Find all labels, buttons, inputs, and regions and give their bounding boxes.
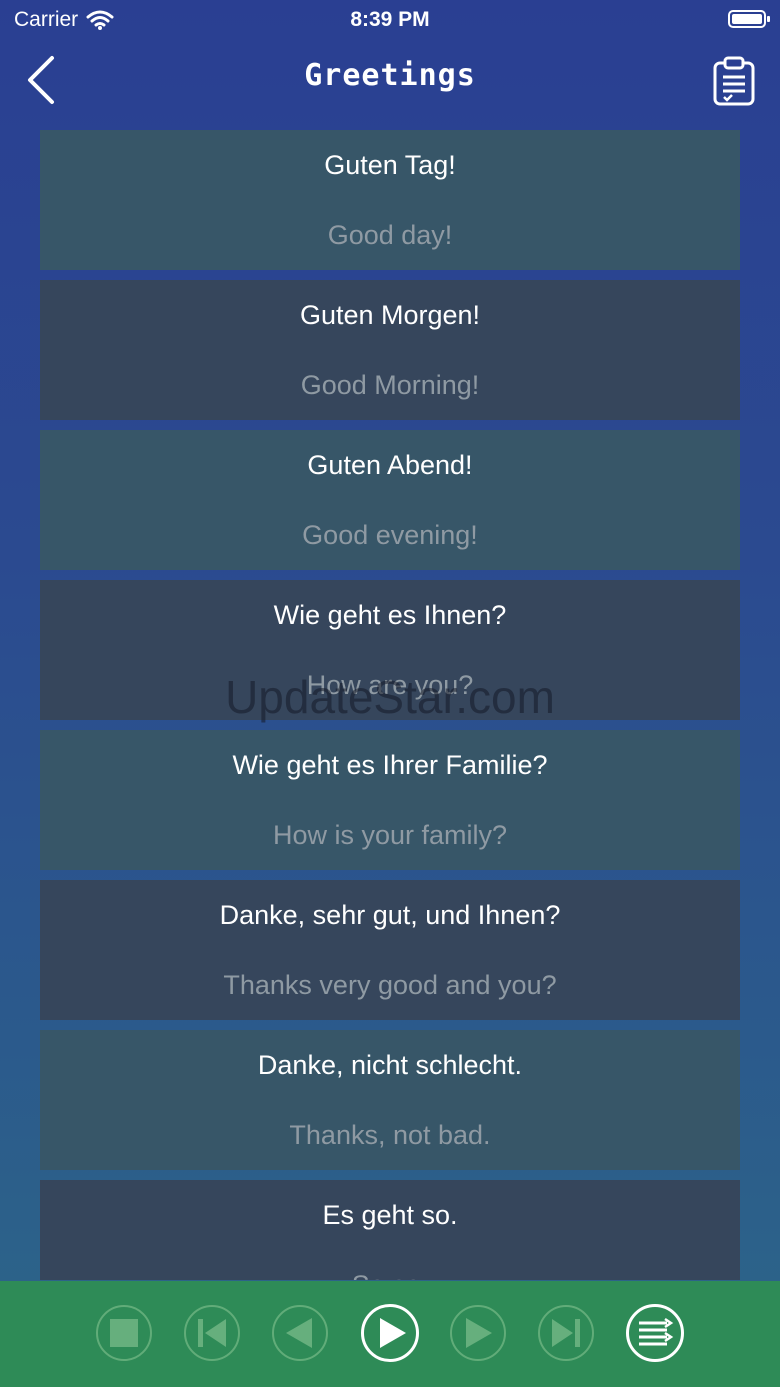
- playlist-button[interactable]: [626, 1304, 684, 1362]
- phrase-german: Guten Morgen!: [299, 300, 481, 330]
- phrase-row[interactable]: Danke, nicht schlecht. Thanks, not bad.: [40, 1030, 740, 1170]
- phrase-german: Guten Tag!: [324, 150, 456, 180]
- stop-icon: [110, 1319, 138, 1347]
- play-button[interactable]: [361, 1304, 419, 1362]
- skip-last-icon: [552, 1319, 580, 1347]
- phrase-row[interactable]: Guten Abend! Good evening!: [40, 430, 740, 570]
- next-icon: [466, 1318, 492, 1348]
- phrase-english: Good evening!: [302, 520, 478, 550]
- phrase-row[interactable]: Danke, sehr gut, und Ihnen? Thanks very …: [40, 880, 740, 1020]
- battery-icon: [728, 10, 770, 28]
- phrase-german: Wie geht es Ihnen?: [273, 600, 507, 630]
- phrase-row[interactable]: Wie geht es Ihrer Familie? How is your f…: [40, 730, 740, 870]
- previous-icon: [286, 1318, 312, 1348]
- phrase-german: Guten Abend!: [307, 450, 473, 480]
- skip-last-button[interactable]: [538, 1305, 594, 1361]
- phrase-row[interactable]: Guten Tag! Good day!: [40, 130, 740, 270]
- skip-first-button[interactable]: [184, 1305, 240, 1361]
- phrase-german: Danke, nicht schlecht.: [257, 1050, 523, 1080]
- status-bar: Carrier 8:39 PM: [0, 0, 780, 40]
- player-bar: [0, 1281, 780, 1387]
- phrase-row[interactable]: Es geht so. So so.: [40, 1180, 740, 1280]
- next-button[interactable]: [450, 1305, 506, 1361]
- phrase-german: Danke, sehr gut, und Ihnen?: [219, 900, 561, 930]
- phrase-english: How is your family?: [272, 820, 508, 850]
- phrase-row[interactable]: Guten Morgen! Good Morning!: [40, 280, 740, 420]
- phrase-english: So so.: [40, 1270, 740, 1280]
- clipboard-icon: [713, 56, 755, 106]
- phrase-english: Good day!: [327, 220, 453, 250]
- play-icon: [380, 1318, 406, 1348]
- phrase-english: Good Morning!: [300, 370, 480, 400]
- phrase-row[interactable]: Wie geht es Ihnen? How are you?: [40, 580, 740, 720]
- page-title: Greetings: [304, 58, 476, 93]
- skip-first-icon: [198, 1319, 226, 1347]
- stop-button[interactable]: [96, 1305, 152, 1361]
- phrase-english: Thanks, not bad.: [289, 1120, 491, 1150]
- playlist-icon: [639, 1317, 674, 1346]
- phrase-english: Thanks very good and you?: [223, 970, 557, 1000]
- status-time: 8:39 PM: [350, 8, 430, 31]
- phrase-english: How are you?: [306, 670, 474, 700]
- phrase-german: Wie geht es Ihrer Familie?: [232, 750, 548, 780]
- phrase-list[interactable]: Guten Tag! Good day! Guten Morgen! Good …: [40, 130, 740, 1280]
- previous-button[interactable]: [272, 1305, 328, 1361]
- nav-bar: Greetings: [0, 40, 780, 120]
- phrase-german: Es geht so.: [322, 1200, 458, 1230]
- clipboard-button[interactable]: [712, 56, 756, 106]
